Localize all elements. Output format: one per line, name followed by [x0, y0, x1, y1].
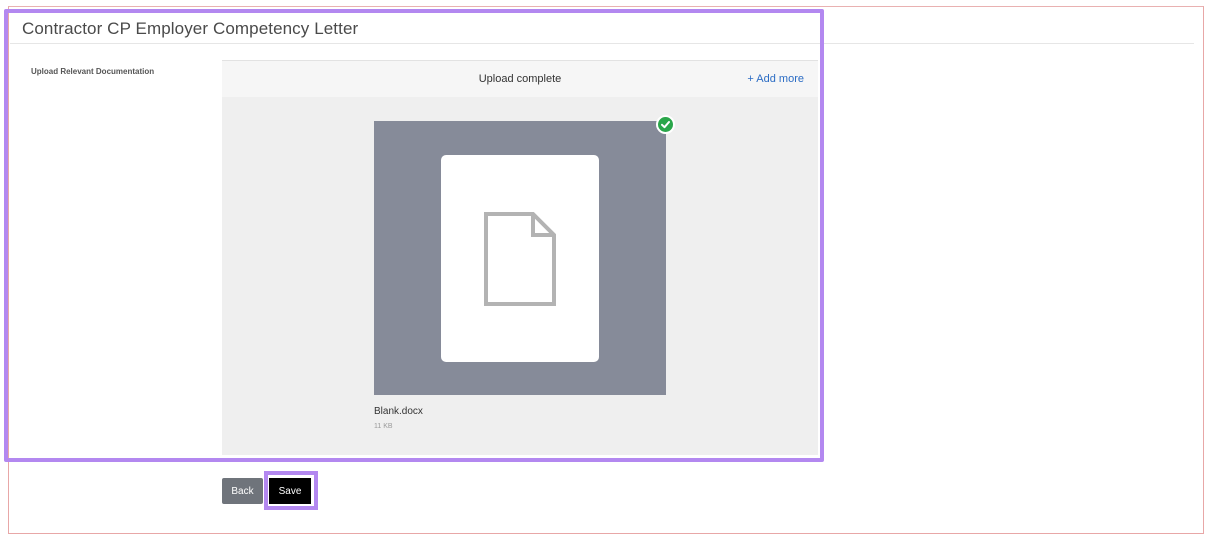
back-button[interactable]: Back	[222, 478, 263, 504]
focus-highlight-save	[264, 471, 318, 510]
focus-highlight-form	[4, 9, 824, 462]
